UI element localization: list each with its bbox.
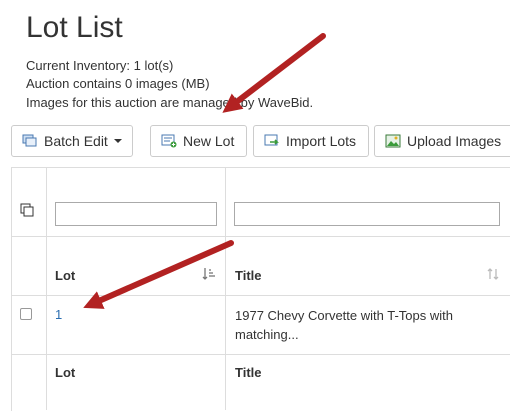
columns-icon[interactable] [20,203,34,222]
title-filter-input[interactable] [234,202,500,226]
import-lots-icon [264,134,280,148]
import-lots-button[interactable]: Import Lots [253,125,369,157]
lot-filter-input[interactable] [55,202,217,226]
column-header-title[interactable]: Title [235,268,262,283]
new-lot-label: New Lot [183,133,235,149]
sort-desc-icon[interactable] [202,267,216,284]
page-title: Lot List [26,11,123,44]
footer-header-title: Title [235,365,262,380]
upload-images-button[interactable]: Upload Images [374,125,510,157]
sort-icon[interactable] [486,267,500,284]
images-managed-text: Images for this auction are managed by W… [26,95,314,110]
batch-edit-icon [22,134,38,148]
current-inventory-text: Current Inventory: 1 lot(s) [26,58,174,73]
new-lot-button[interactable]: New Lot [150,125,247,157]
data-row-divider [11,354,510,355]
lot-title-cell: 1977 Chevy Corvette with T-Tops with mat… [235,308,453,342]
filter-row-divider [11,236,510,237]
upload-images-label: Upload Images [407,133,502,149]
import-lots-label: Import Lots [286,133,357,149]
header-row-divider [11,295,510,296]
batch-edit-button[interactable]: Batch Edit [11,125,133,157]
column-divider [46,167,47,410]
row-select-checkbox[interactable] [20,308,32,320]
batch-edit-label: Batch Edit [44,133,108,149]
chevron-down-icon [113,139,122,143]
images-count-text: Auction contains 0 images (MB) [26,76,210,91]
lot-number-link[interactable]: 1 [55,307,62,322]
new-lot-icon [161,134,177,148]
column-header-lot[interactable]: Lot [55,268,75,283]
footer-header-lot: Lot [55,365,76,380]
column-divider [225,167,226,410]
upload-images-icon [385,134,401,148]
